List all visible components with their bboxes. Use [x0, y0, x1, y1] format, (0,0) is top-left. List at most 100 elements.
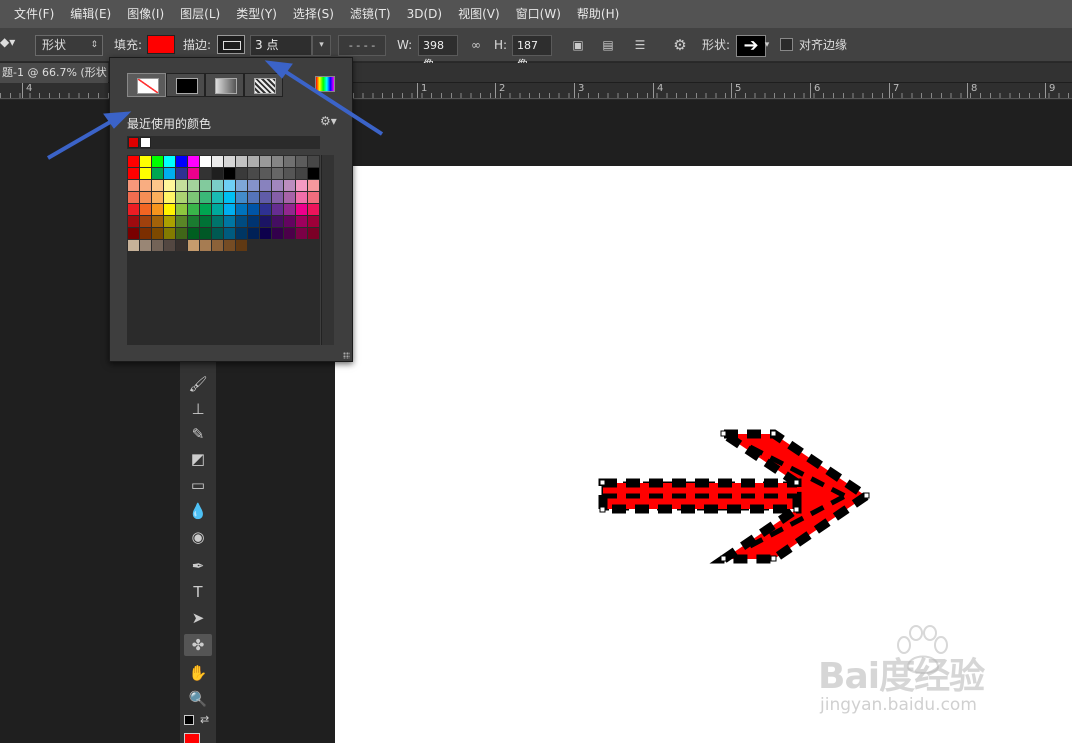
tool-preset-picker[interactable]: ◆▾ — [0, 35, 24, 55]
color-swatch[interactable] — [260, 216, 271, 227]
color-swatch[interactable] — [176, 240, 187, 251]
no-color-button[interactable] — [127, 73, 166, 97]
color-swatch[interactable] — [248, 216, 259, 227]
width-input[interactable]: 398 像 — [418, 35, 458, 71]
color-swatch[interactable] — [248, 156, 259, 167]
path-select-icon[interactable]: ➤ — [184, 607, 212, 629]
menu-item[interactable]: 图像(I) — [119, 0, 172, 28]
color-swatch[interactable] — [236, 216, 247, 227]
color-swatch[interactable] — [248, 180, 259, 191]
blur-icon[interactable]: 💧 — [184, 500, 212, 522]
color-swatch[interactable] — [188, 216, 199, 227]
path-arrangement-icon[interactable]: ☰ — [630, 35, 650, 55]
color-swatch[interactable] — [308, 204, 319, 215]
color-swatch[interactable] — [200, 216, 211, 227]
color-swatch[interactable] — [212, 240, 223, 251]
color-swatch[interactable] — [212, 156, 223, 167]
default-colors-icon[interactable] — [184, 715, 194, 725]
color-swatch[interactable] — [212, 180, 223, 191]
color-swatch[interactable] — [188, 228, 199, 239]
type-icon[interactable]: T — [184, 581, 212, 603]
color-swatch[interactable] — [248, 204, 259, 215]
color-swatch[interactable] — [140, 240, 151, 251]
height-input[interactable]: 187 像 — [512, 35, 552, 71]
color-swatch[interactable] — [284, 216, 295, 227]
color-swatch[interactable] — [128, 240, 139, 251]
color-swatch[interactable] — [236, 228, 247, 239]
color-swatch[interactable] — [308, 192, 319, 203]
menu-item[interactable]: 3D(D) — [399, 0, 450, 28]
menu-item[interactable]: 文件(F) — [6, 0, 62, 28]
color-swatch[interactable] — [272, 180, 283, 191]
menu-item[interactable]: 帮助(H) — [569, 0, 627, 28]
color-swatch[interactable] — [212, 168, 223, 179]
color-swatch[interactable] — [272, 168, 283, 179]
color-swatch[interactable] — [140, 228, 151, 239]
color-swatch[interactable] — [200, 204, 211, 215]
color-swatch[interactable] — [176, 204, 187, 215]
color-swatch[interactable] — [164, 168, 175, 179]
color-swatch[interactable] — [200, 240, 211, 251]
color-swatch[interactable] — [296, 156, 307, 167]
color-swatch[interactable] — [164, 156, 175, 167]
recent-color-swatch[interactable] — [128, 137, 139, 148]
color-swatch[interactable] — [284, 168, 295, 179]
menu-item[interactable]: 选择(S) — [285, 0, 342, 28]
color-swatch[interactable] — [308, 168, 319, 179]
color-swatch[interactable] — [152, 156, 163, 167]
color-swatch[interactable] — [224, 228, 235, 239]
color-swatch[interactable] — [272, 228, 283, 239]
document-canvas[interactable]: Bai度经验 jingyan.baidu.com — [335, 166, 1072, 743]
color-swatch[interactable] — [200, 192, 211, 203]
align-edges-checkbox[interactable] — [780, 38, 793, 51]
stroke-width-dropdown[interactable]: ▾ — [312, 35, 331, 56]
color-swatch[interactable] — [260, 156, 271, 167]
color-swatch[interactable] — [140, 204, 151, 215]
color-swatch[interactable] — [212, 228, 223, 239]
pen-icon[interactable]: ✒ — [184, 555, 212, 577]
color-swatch[interactable] — [296, 228, 307, 239]
color-swatch[interactable] — [284, 156, 295, 167]
color-swatch[interactable] — [140, 216, 151, 227]
stamp-icon[interactable]: ⊥ — [184, 398, 212, 420]
color-swatch[interactable] — [128, 192, 139, 203]
pattern-button[interactable] — [244, 73, 283, 97]
color-swatch[interactable] — [272, 156, 283, 167]
color-swatch[interactable] — [152, 180, 163, 191]
color-swatch[interactable] — [176, 168, 187, 179]
document-tab[interactable]: 题-1 @ 66.7% (形状 — [0, 63, 108, 83]
color-swatch[interactable] — [128, 216, 139, 227]
menu-item[interactable]: 窗口(W) — [508, 0, 569, 28]
color-swatch[interactable] — [236, 180, 247, 191]
color-swatch[interactable] — [296, 204, 307, 215]
color-swatch[interactable] — [260, 180, 271, 191]
color-swatch[interactable] — [236, 204, 247, 215]
eraser-icon[interactable]: ◩ — [184, 448, 212, 470]
color-swatch[interactable] — [164, 180, 175, 191]
solid-color-button[interactable] — [166, 73, 205, 97]
color-swatch[interactable] — [248, 192, 259, 203]
shape-picker-caret[interactable]: ▾ — [763, 35, 771, 55]
color-swatch[interactable] — [224, 192, 235, 203]
color-swatch[interactable] — [188, 180, 199, 191]
color-swatch[interactable] — [248, 228, 259, 239]
color-swatch[interactable] — [296, 192, 307, 203]
shape-picker[interactable]: ➔ — [736, 35, 766, 57]
link-icon[interactable]: ∞ — [466, 35, 486, 55]
color-swatch[interactable] — [308, 156, 319, 167]
menu-item[interactable]: 编辑(E) — [62, 0, 119, 28]
color-swatch[interactable] — [236, 168, 247, 179]
color-swatch[interactable] — [200, 228, 211, 239]
color-swatch[interactable] — [152, 216, 163, 227]
color-swatch[interactable] — [176, 180, 187, 191]
color-swatch[interactable] — [284, 180, 295, 191]
color-swatch[interactable] — [308, 216, 319, 227]
color-swatch[interactable] — [176, 192, 187, 203]
color-swatch[interactable] — [164, 204, 175, 215]
color-swatch[interactable] — [224, 156, 235, 167]
color-swatch[interactable] — [224, 180, 235, 191]
color-swatch[interactable] — [224, 216, 235, 227]
color-swatch[interactable] — [308, 180, 319, 191]
color-swatch[interactable] — [296, 216, 307, 227]
color-swatch[interactable] — [284, 204, 295, 215]
